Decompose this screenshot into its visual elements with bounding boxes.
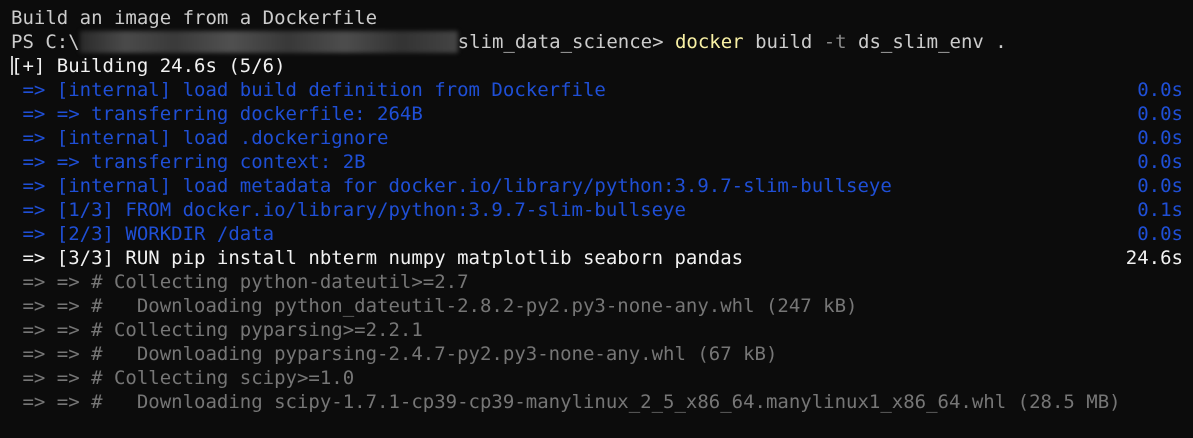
build-step: => [internal] load build definition from… [11, 78, 1183, 102]
prompt-prefix: PS C:\ [11, 31, 80, 53]
build-step: => => transferring dockerfile: 264B 0.0s [11, 102, 1183, 126]
build-step-time: 0.0s [1137, 175, 1183, 197]
build-step-text: => [2/3] WORKDIR /data [11, 223, 275, 245]
redacted-path [79, 31, 458, 53]
prompt-line: PS C:\ slim_data_science> docker build -t… [11, 30, 1183, 54]
building-status-line: [+] Building 24.6s (5/6) [11, 54, 1183, 78]
log-line: => => # Downloading pyparsing-2.4.7-py2.… [11, 342, 1183, 366]
build-step-text: => => transferring context: 2B [11, 151, 366, 173]
build-step-time: 0.0s [1137, 151, 1183, 173]
command-flag: -t [823, 31, 847, 53]
build-step: => => transferring context: 2B 0.0s [11, 150, 1183, 174]
build-step: => [1/3] FROM docker.io/library/python:3… [11, 198, 1183, 222]
build-step-time: 0.0s [1137, 127, 1183, 149]
build-step-time: 0.0s [1137, 79, 1183, 101]
build-step-text: => [internal] load build definition from… [11, 79, 606, 101]
build-step: => [2/3] WORKDIR /data 0.0s [11, 222, 1183, 246]
log-text: => => # Downloading pyparsing-2.4.7-py2.… [11, 343, 778, 365]
log-line: => => # Downloading scipy-1.7.1-cp39-cp3… [11, 390, 1183, 414]
log-text: => => # Downloading scipy-1.7.1-cp39-cp3… [11, 391, 1121, 413]
log-text: => => # Collecting python-dateutil>=2.7 [11, 271, 469, 293]
log-text: => => # Downloading python_dateutil-2.8.… [11, 295, 858, 317]
log-line: => => # Collecting pyparsing>=2.2.1 [11, 318, 1183, 342]
build-step-text: => => transferring dockerfile: 264B [11, 103, 423, 125]
command-args-2: ds_slim_env . [846, 31, 1007, 53]
log-line: => => # Collecting scipy>=1.0 [11, 366, 1183, 390]
active-step-text: => [3/3] RUN pip install nbterm numpy ma… [11, 247, 744, 269]
prompt-path-suffix: slim_data_science> [457, 31, 675, 53]
active-step-time: 24.6s [1125, 247, 1183, 269]
title-text: Build an image from a Dockerfile [11, 7, 378, 29]
build-step: => [internal] load .dockerignore 0.0s [11, 126, 1183, 150]
active-build-step: => [3/3] RUN pip install nbterm numpy ma… [11, 246, 1183, 270]
build-step-text: => [1/3] FROM docker.io/library/python:3… [11, 199, 686, 221]
build-step-text: => [internal] load .dockerignore [11, 127, 389, 149]
log-text: => => # Collecting pyparsing>=2.2.1 [11, 319, 423, 341]
build-step-time: 0.0s [1137, 223, 1183, 245]
terminal-window[interactable]: Build an image from a Dockerfile PS C:\ s… [0, 0, 1193, 438]
building-status: [+] Building 24.6s (5/6) [11, 55, 286, 77]
command-name: docker [674, 31, 744, 53]
build-step-time: 0.1s [1137, 199, 1183, 221]
log-line: => => # Downloading python_dateutil-2.8.… [11, 294, 1183, 318]
log-line: => => # Collecting python-dateutil>=2.7 [11, 270, 1183, 294]
terminal-line-title: Build an image from a Dockerfile [11, 6, 1183, 30]
build-step-text: => [internal] load metadata for docker.i… [11, 175, 892, 197]
command-args: build [743, 31, 824, 53]
build-step-time: 0.0s [1137, 103, 1183, 125]
log-text: => => # Collecting scipy>=1.0 [11, 367, 355, 389]
build-step: => [internal] load metadata for docker.i… [11, 174, 1183, 198]
